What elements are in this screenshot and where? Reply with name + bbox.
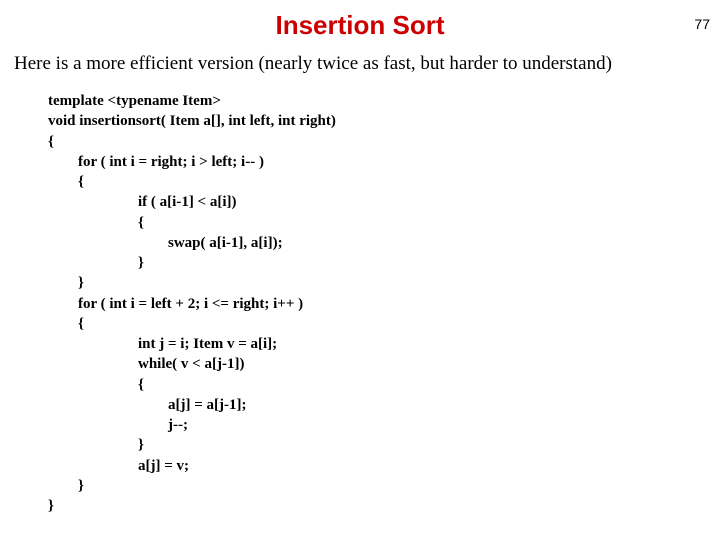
slide-title: Insertion Sort	[0, 10, 720, 41]
code-block: template <typename Item> void insertions…	[48, 91, 720, 516]
slide-page: 77 Insertion Sort Here is a more efficie…	[0, 10, 720, 540]
slide-subtitle: Here is a more efficient version (nearly…	[14, 53, 720, 75]
page-number: 77	[694, 16, 710, 32]
